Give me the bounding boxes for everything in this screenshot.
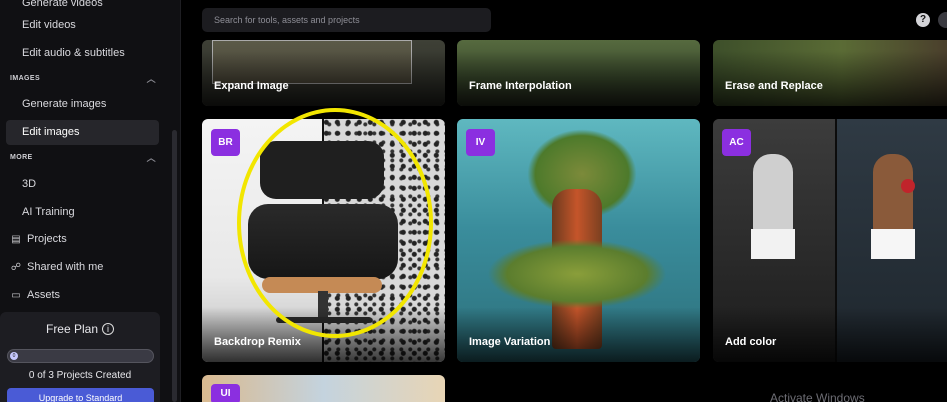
projects-icon: ▤ [11,234,21,245]
chair-seat [248,204,398,279]
sidebar-item-edit-images[interactable]: Edit images [6,120,159,145]
boxer-right-trunks [871,229,915,259]
boxer-left-torso [753,154,793,234]
tool-badge: BR [211,129,240,156]
chair-backrest [260,141,384,199]
help-icon[interactable]: ? [916,13,930,27]
card-label: Add color [725,336,777,348]
section-images-label: IMAGES [10,75,41,82]
sidebar: Generate videos Edit videos Edit audio &… [0,0,181,402]
plan-title: Free Plan i [0,322,160,336]
projects-progress-bar: 0 [7,349,154,363]
card-shade [713,51,947,106]
section-more-label: MORE [10,154,33,161]
sidebar-item-label: Projects [27,233,67,245]
plan-title-text: Free Plan [45,322,99,336]
sidebar-item-assets[interactable]: ▭ Assets [6,283,159,308]
card-label: Frame Interpolation [469,80,572,92]
sidebar-item-projects[interactable]: ▤ Projects [6,227,159,252]
boxer-left-trunks [751,229,795,259]
tool-card-frame-interpolation[interactable]: Frame Interpolation [457,40,700,106]
sidebar-item-generate-images[interactable]: Generate images [6,92,159,117]
sidebar-item-edit-videos[interactable]: Edit videos [6,13,159,38]
tool-badge: IV [466,129,495,156]
tool-card-image-variation[interactable]: IV Image Variation [457,119,700,362]
upgrade-button[interactable]: Upgrade to Standard [7,388,154,402]
sidebar-item-edit-audio-subtitles[interactable]: Edit audio & subtitles [6,41,159,66]
card-label: Backdrop Remix [214,336,301,348]
sidebar-item-label: Shared with me [27,261,104,273]
boxing-glove [901,179,915,193]
boxer-right-torso [873,154,913,234]
sidebar-item-3d[interactable]: 3D [6,172,159,197]
progress-indicator: 0 [10,352,18,360]
card-shade [202,307,445,362]
card-shade [202,51,445,106]
card-shade [713,307,947,362]
tool-card-backdrop-remix[interactable]: BR Backdrop Remix [202,119,445,362]
section-more[interactable]: MORE ︿ [10,151,160,165]
tree-foliage [487,239,667,309]
card-label: Image Variation [469,336,551,348]
sidebar-scrollbar[interactable] [172,130,177,402]
tool-badge: UI [211,384,240,402]
tool-card-expand-image[interactable]: Expand Image [202,40,445,106]
shared-icon: ☍ [10,262,22,273]
tool-card-erase-and-replace[interactable]: Erase and Replace [713,40,947,106]
info-icon[interactable]: i [102,323,115,335]
sidebar-item-label: Assets [27,289,61,301]
card-label: Erase and Replace [725,80,823,92]
sidebar-item-ai-training[interactable]: AI Training [6,200,159,225]
sidebar-item-shared-with-me[interactable]: ☍ Shared with me [6,255,159,280]
section-images[interactable]: IMAGES ︿ [10,72,160,86]
avatar[interactable] [938,12,947,28]
tool-card-ui[interactable]: UI [202,375,445,402]
projects-created-count: 0 of 3 Projects Created [28,370,132,381]
folder-icon: ▭ [11,290,21,301]
card-label: Expand Image [214,80,289,92]
tool-badge: AC [722,129,751,156]
chevron-up-icon[interactable]: ︿ [147,151,156,165]
search-input[interactable] [202,8,491,32]
card-shade [457,307,700,362]
tool-card-add-color[interactable]: AC Add color [713,119,947,362]
chevron-up-icon[interactable]: ︿ [147,72,156,86]
os-watermark: Activate Windows [770,391,865,402]
card-shade [457,51,700,106]
